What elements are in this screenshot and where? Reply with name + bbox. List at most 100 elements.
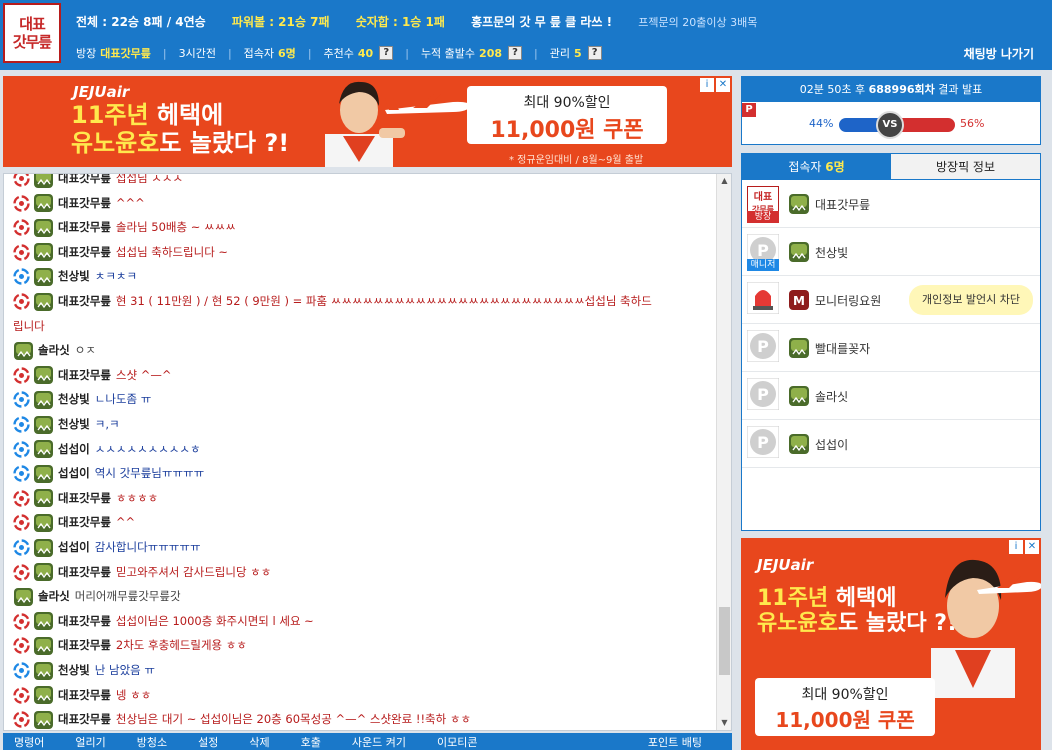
- user-name[interactable]: 천상빛: [815, 244, 848, 261]
- red-spiral-icon: [13, 194, 30, 212]
- chat-text: ㄴ나도좀 ㅠ: [94, 392, 152, 407]
- user-name[interactable]: 모니터링요원: [815, 292, 881, 309]
- room-logo: 대표 갓무릎: [3, 3, 61, 63]
- chat-nickname[interactable]: 대표갓무릎: [58, 196, 111, 210]
- level-badge-icon: [14, 587, 33, 606]
- chat-message: 섭섭이 역시 갓무릎님ㅠㅠㅠㅠ: [13, 463, 711, 484]
- level-badge-icon: [34, 612, 53, 631]
- menu-commands[interactable]: 명령어: [14, 734, 44, 750]
- chat-nickname[interactable]: 천상빛: [58, 269, 90, 283]
- ad-plane-image: [385, 94, 471, 114]
- chat-nickname[interactable]: 대표갓무릎: [58, 688, 111, 702]
- recommend-help-button[interactable]: ?: [379, 46, 394, 60]
- ad-coupon-box: 최대 90%할인 11,000원 쿠폰: [467, 86, 667, 144]
- user-name[interactable]: 솔라싯: [815, 388, 848, 405]
- chat-nickname[interactable]: 솔라싯: [38, 343, 70, 357]
- level-badge-icon: [34, 440, 53, 459]
- user-row[interactable]: M 모니터링요원 개인정보 발언시 차단: [742, 276, 1040, 324]
- chat-nickname[interactable]: 섭섭이: [58, 540, 90, 554]
- cumulative-value: 208: [479, 46, 503, 60]
- chat-nickname[interactable]: 대표갓무릎: [58, 294, 111, 308]
- ad-close-icon[interactable]: ✕: [716, 78, 730, 92]
- menu-freeze[interactable]: 얼리기: [75, 734, 105, 750]
- red-spiral-icon: [13, 293, 30, 310]
- user-row[interactable]: 대표 갓무릎 방장 대표갓무릎: [742, 180, 1040, 228]
- menu-sound-on[interactable]: 사운드 켜기: [352, 734, 406, 750]
- chat-nickname[interactable]: 대표갓무릎: [58, 491, 111, 505]
- chat-nickname[interactable]: 대표갓무릎: [58, 614, 111, 628]
- chat-message-list: 대표갓무릎 섭섭님 ㅅㅅㅅ 대표갓무릎 ^^^ 대표갓무릎 솔라님 50배층 ~ ㅆㅆㅆ 대…: [4, 174, 718, 730]
- scroll-up-arrow-icon[interactable]: ▲: [717, 174, 731, 188]
- level-badge-icon: [34, 218, 53, 237]
- chat-nickname[interactable]: 대표갓무릎: [58, 174, 111, 185]
- chat-nickname[interactable]: 대표갓무릎: [58, 245, 111, 259]
- scroll-thumb[interactable]: [719, 607, 730, 675]
- user-row[interactable]: P 빨대를꽂자: [742, 324, 1040, 372]
- side-ad-info-icon[interactable]: i: [1009, 540, 1023, 554]
- chat-nickname[interactable]: 천상빛: [58, 392, 90, 406]
- chat-nickname[interactable]: 대표갓무릎: [58, 220, 111, 234]
- menu-clear-room[interactable]: 방청소: [137, 734, 167, 750]
- siren-avatar-icon: [746, 281, 780, 315]
- menu-settings[interactable]: 설정: [198, 734, 218, 750]
- manage-info: 관리 5 ?: [550, 45, 602, 61]
- user-role-badge: 매니저: [747, 259, 779, 271]
- menu-emoticon[interactable]: 이모티콘: [437, 734, 477, 750]
- owner-value: 대표갓무릎: [100, 47, 151, 60]
- chat-message: 천상빛 ㄴ나도좀 ㅠ: [13, 389, 711, 410]
- menu-point-bet[interactable]: 포인트 배팅: [648, 734, 702, 750]
- chat-nickname[interactable]: 천상빛: [58, 663, 90, 677]
- ad-headline-2: 헤택에: [156, 101, 224, 129]
- level-badge-icon: [34, 563, 53, 582]
- chat-text: ^^^: [115, 195, 145, 210]
- red-spiral-icon: [13, 563, 30, 581]
- ad-brand-logo: JEJUair: [73, 83, 130, 101]
- side-ad-coupon-main: 11,000원 쿠폰: [775, 708, 915, 732]
- user-row[interactable]: P 섭섭이: [742, 420, 1040, 468]
- menu-call[interactable]: 호출: [301, 734, 321, 750]
- cumulative-help-button[interactable]: ?: [508, 46, 523, 60]
- side-ad-choices[interactable]: i ✕: [1009, 540, 1039, 554]
- viewers-label: 접속자: [243, 47, 275, 60]
- level-badge-icon: [34, 243, 53, 262]
- user-name[interactable]: 섭섭이: [815, 436, 848, 453]
- level-badge-icon: [789, 242, 809, 262]
- manage-help-button[interactable]: ?: [587, 46, 602, 60]
- top-banner-ad[interactable]: JEJUair 11주년 헤택에 유노윤호도 놀랐다 ?! 최대 90%할인 1…: [3, 76, 732, 167]
- chat-message: 섭섭이 감사합니다ㅠㅠㅠㅠㅠ: [13, 537, 711, 558]
- chat-nickname[interactable]: 대표갓무릎: [58, 638, 111, 652]
- svg-text:P: P: [757, 385, 769, 404]
- chat-nickname[interactable]: 대표갓무릎: [58, 515, 111, 529]
- tab-viewers[interactable]: 접속자 6명: [742, 154, 891, 180]
- scroll-down-arrow-icon[interactable]: ▼: [717, 716, 731, 730]
- level-badge-icon: [789, 434, 809, 454]
- manage-label: 관리: [549, 47, 570, 60]
- chat-nickname[interactable]: 섭섭이: [58, 442, 90, 456]
- ad-headline-1: 11주년: [71, 101, 149, 129]
- left-percentage: 44%: [809, 117, 834, 130]
- ad-choices[interactable]: i ✕: [700, 78, 730, 92]
- chat-box: 대표갓무릎 섭섭님 ㅅㅅㅅ 대표갓무릎 ^^^ 대표갓무릎 솔라님 50배층 ~ ㅆㅆㅆ 대…: [3, 173, 732, 731]
- chat-nickname[interactable]: 대표갓무릎: [58, 712, 111, 726]
- menu-delete[interactable]: 삭제: [249, 734, 269, 750]
- side-ad-close-icon[interactable]: ✕: [1025, 540, 1039, 554]
- chat-scrollbar[interactable]: ▲ ▼: [716, 174, 731, 730]
- level-badge-icon: [789, 194, 809, 214]
- user-name[interactable]: 대표갓무릎: [815, 196, 870, 213]
- chat-nickname[interactable]: 솔라싯: [38, 589, 70, 603]
- side-ad-model-image: [931, 559, 1015, 698]
- ad-info-icon[interactable]: i: [700, 78, 714, 92]
- user-name[interactable]: 빨대를꽂자: [815, 340, 870, 357]
- chat-nickname[interactable]: 천상빛: [58, 417, 90, 431]
- chat-text: 감사합니다ㅠㅠㅠㅠㅠ: [94, 540, 201, 554]
- tab-owner-pick[interactable]: 방장픽 정보: [891, 154, 1040, 180]
- chat-text: ㅊㅋㅊㅋ: [94, 269, 138, 284]
- leave-chat-button[interactable]: 채팅방 나가기: [964, 45, 1034, 62]
- user-row[interactable]: P 매니저 천상빛: [742, 228, 1040, 276]
- user-row[interactable]: P 솔라싯: [742, 372, 1040, 420]
- chat-nickname[interactable]: 섭섭이: [58, 466, 90, 480]
- side-banner-ad[interactable]: JEJUair 11주년 헤택에 유노윤호도 놀랐다 ?! 최대 90%할인 1…: [741, 538, 1041, 750]
- red-spiral-icon: [13, 613, 30, 630]
- chat-nickname[interactable]: 대표갓무릎: [58, 565, 111, 579]
- chat-nickname[interactable]: 대표갓무릎: [58, 368, 111, 382]
